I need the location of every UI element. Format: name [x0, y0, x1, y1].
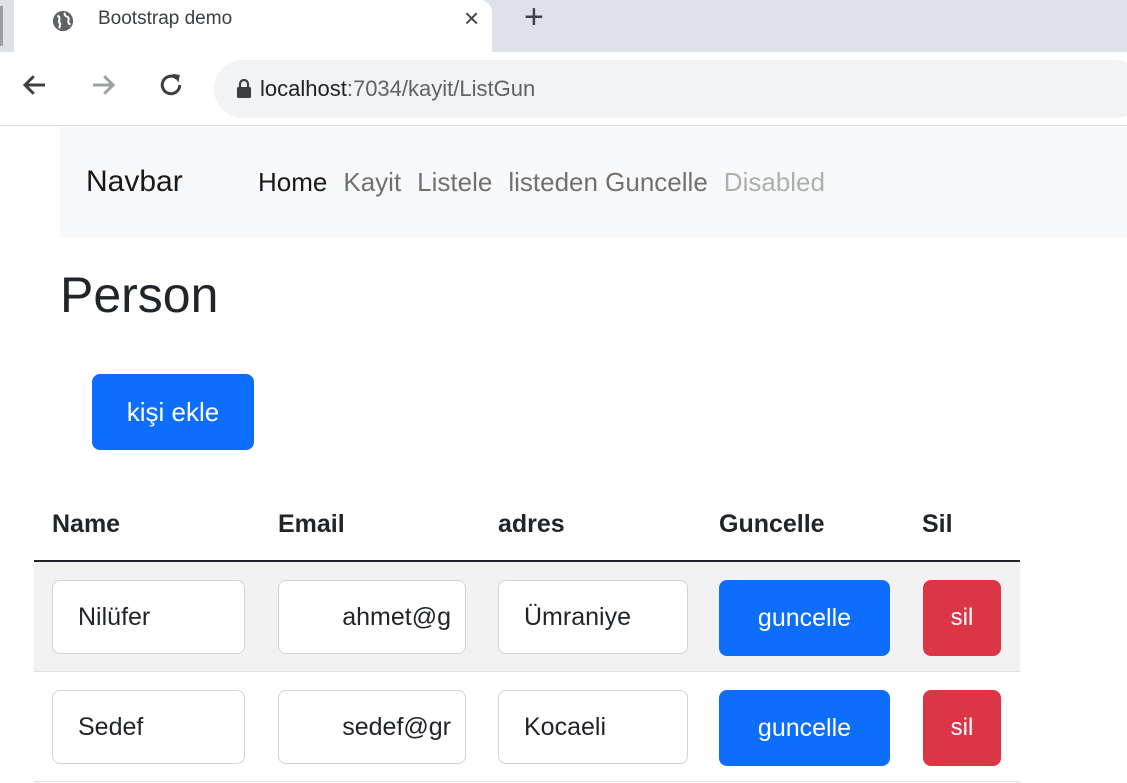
email-input[interactable]: sedef@gr [278, 690, 466, 764]
name-input[interactable]: Nilüfer [52, 580, 245, 654]
tab-strip-edge [0, 6, 3, 46]
navbar: Navbar Home Kayit Listele listeden Gunce… [60, 127, 1127, 238]
browser-tab[interactable]: Bootstrap demo × [14, 0, 492, 52]
lock-icon[interactable] [236, 79, 252, 99]
nav-link-home[interactable]: Home [258, 167, 327, 198]
address-bar[interactable]: localhost:7034/kayit/ListGun [214, 60, 1127, 118]
nav-link-listele[interactable]: Listele [417, 167, 492, 198]
update-button[interactable]: guncelle [719, 580, 890, 656]
nav-link-kayit[interactable]: Kayit [343, 167, 401, 198]
close-tab-icon[interactable]: × [464, 4, 479, 32]
delete-button[interactable]: sil [923, 690, 1001, 766]
header-name: Name [52, 510, 121, 538]
update-button[interactable]: guncelle [719, 690, 890, 766]
adres-input[interactable]: Ümraniye [498, 580, 688, 654]
nav-link-disabled: Disabled [723, 167, 825, 197]
url-path: :7034/kayit/ListGun [346, 76, 536, 101]
email-input[interactable]: ahmet@g [278, 580, 466, 654]
add-person-button[interactable]: kişi ekle [92, 374, 254, 450]
delete-button[interactable]: sil [923, 580, 1001, 656]
browser-tab-strip: Bootstrap demo × + [0, 0, 1127, 52]
header-email: Email [278, 510, 345, 538]
arrow-right-icon[interactable] [88, 70, 118, 100]
header-guncelle: Guncelle [719, 510, 825, 538]
header-sil: Sil [922, 510, 953, 538]
url-host: localhost [260, 76, 347, 101]
browser-toolbar: localhost:7034/kayit/ListGun [0, 52, 1127, 126]
globe-icon [52, 10, 74, 32]
reload-icon[interactable] [156, 70, 186, 100]
person-table: Name Email adres Guncelle Sil Nilüfer ah… [34, 492, 1020, 782]
table-header: Name Email adres Guncelle Sil [34, 492, 1020, 562]
arrow-left-icon[interactable] [20, 70, 50, 100]
nav-link-listeden-guncelle[interactable]: listeden Guncelle [508, 167, 707, 198]
page-title: Person [60, 267, 219, 323]
table-row: Sedef sedef@gr Kocaeli guncelle sil [34, 672, 1020, 782]
adres-input[interactable]: Kocaeli [498, 690, 688, 764]
tab-title: Bootstrap demo [98, 8, 233, 29]
table-row: Nilüfer ahmet@g Ümraniye guncelle sil [34, 562, 1020, 672]
name-input[interactable]: Sedef [52, 690, 245, 764]
nav-links: Home Kayit Listele listeden Guncelle Dis… [258, 167, 841, 198]
header-adres: adres [498, 510, 565, 538]
url-text: localhost:7034/kayit/ListGun [260, 76, 535, 102]
navbar-brand[interactable]: Navbar [86, 165, 183, 199]
new-tab-button[interactable]: + [524, 0, 544, 34]
